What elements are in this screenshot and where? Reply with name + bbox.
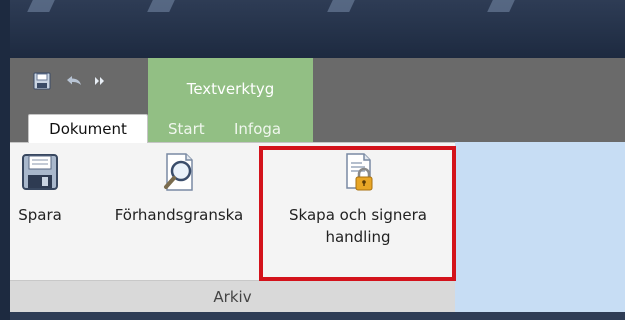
titlebar-decoration — [27, 0, 55, 12]
highlight-box — [259, 146, 456, 281]
tab-dokument[interactable]: Dokument — [28, 114, 148, 143]
preview-button-label: Förhandsgranska — [114, 206, 244, 224]
titlebar-decoration — [147, 0, 175, 12]
document-background — [455, 142, 625, 314]
document-magnifier-icon — [159, 152, 199, 196]
contextual-group-label: Textverktyg — [186, 80, 275, 98]
tab-infoga[interactable]: Infoga — [234, 115, 281, 142]
ribbon-group-label: Arkiv — [10, 280, 455, 313]
floppy-disk-icon[interactable] — [32, 70, 52, 92]
save-button-label: Spara — [18, 206, 62, 224]
floppy-disk-icon — [20, 152, 60, 196]
preview-button[interactable]: Förhandsgranska — [104, 152, 254, 226]
window-bottom-edge — [10, 312, 625, 320]
window-left-edge — [0, 0, 10, 320]
double-chevron-right-icon[interactable] — [92, 70, 108, 92]
undo-arrow-icon[interactable] — [64, 70, 84, 92]
titlebar-decoration — [327, 0, 355, 12]
titlebar-decoration — [487, 0, 515, 12]
save-button[interactable]: Spara — [14, 152, 66, 226]
window-titlebar — [0, 0, 625, 58]
tab-start[interactable]: Start — [168, 115, 205, 142]
